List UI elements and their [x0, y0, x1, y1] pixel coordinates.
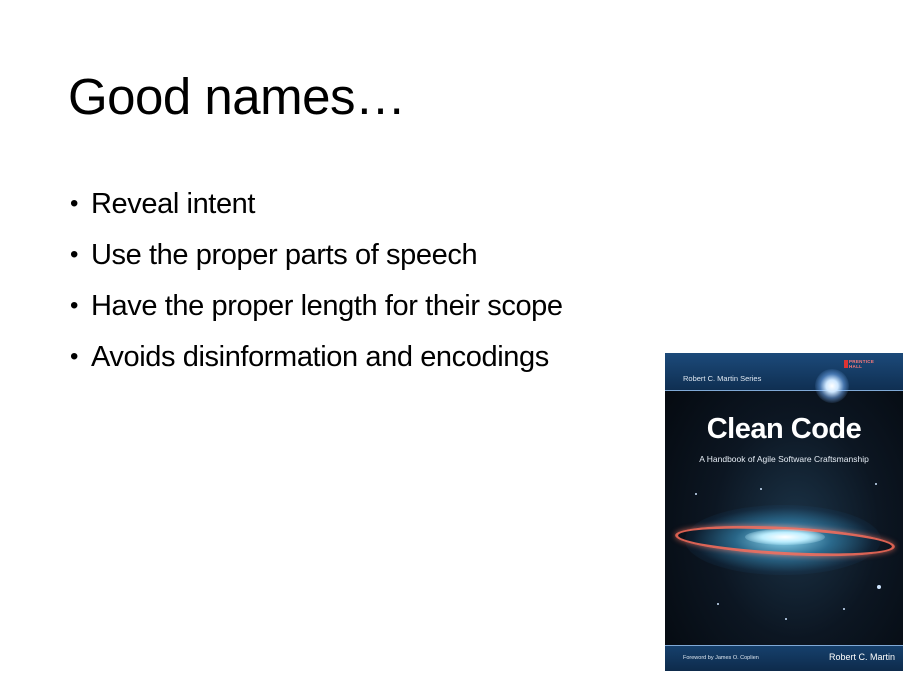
- slide: Good names… • Reveal intent • Use the pr…: [0, 0, 910, 681]
- bright-star-icon: [815, 369, 849, 403]
- book-foreword: Foreword by James O. Coplien: [683, 655, 759, 661]
- book-title: Clean Code: [706, 413, 862, 445]
- bullet-icon: •: [70, 343, 79, 370]
- star-icon: [785, 618, 787, 620]
- publisher-logo-icon: [844, 360, 848, 368]
- book-author: Robert C. Martin: [829, 652, 896, 662]
- book-subtitle: A Handbook of Agile Software Craftsmansh…: [699, 454, 869, 464]
- bullet-icon: •: [70, 292, 79, 319]
- star-icon: [695, 493, 697, 495]
- star-icon: [717, 603, 719, 605]
- bullet-text: Reveal intent: [91, 188, 256, 220]
- bullet-item: • Reveal intent: [68, 183, 563, 234]
- star-icon: [877, 585, 881, 589]
- bullet-item: • Avoids disinformation and encodings: [68, 336, 563, 387]
- book-series: Robert C. Martin Series: [683, 374, 762, 383]
- bullet-icon: •: [70, 241, 79, 268]
- star-icon: [843, 608, 845, 610]
- star-icon: [875, 483, 877, 485]
- bullet-icon: •: [70, 190, 79, 217]
- bullet-text: Avoids disinformation and encodings: [91, 341, 549, 373]
- publisher-line: HALL: [849, 364, 863, 369]
- bullet-text: Have the proper length for their scope: [91, 290, 563, 322]
- bullet-item: • Use the proper parts of speech: [68, 234, 563, 285]
- galaxy-core: [745, 529, 825, 545]
- bullet-item: • Have the proper length for their scope: [68, 285, 563, 336]
- book-cover-image: PRENTICE HALL Robert C. Martin Series Cl…: [665, 353, 903, 671]
- bullet-text: Use the proper parts of speech: [91, 239, 478, 271]
- slide-title: Good names…: [68, 68, 406, 125]
- bullet-list: • Reveal intent • Use the proper parts o…: [68, 183, 563, 387]
- star-icon: [760, 488, 762, 490]
- publisher-logo: PRENTICE HALL: [849, 359, 874, 369]
